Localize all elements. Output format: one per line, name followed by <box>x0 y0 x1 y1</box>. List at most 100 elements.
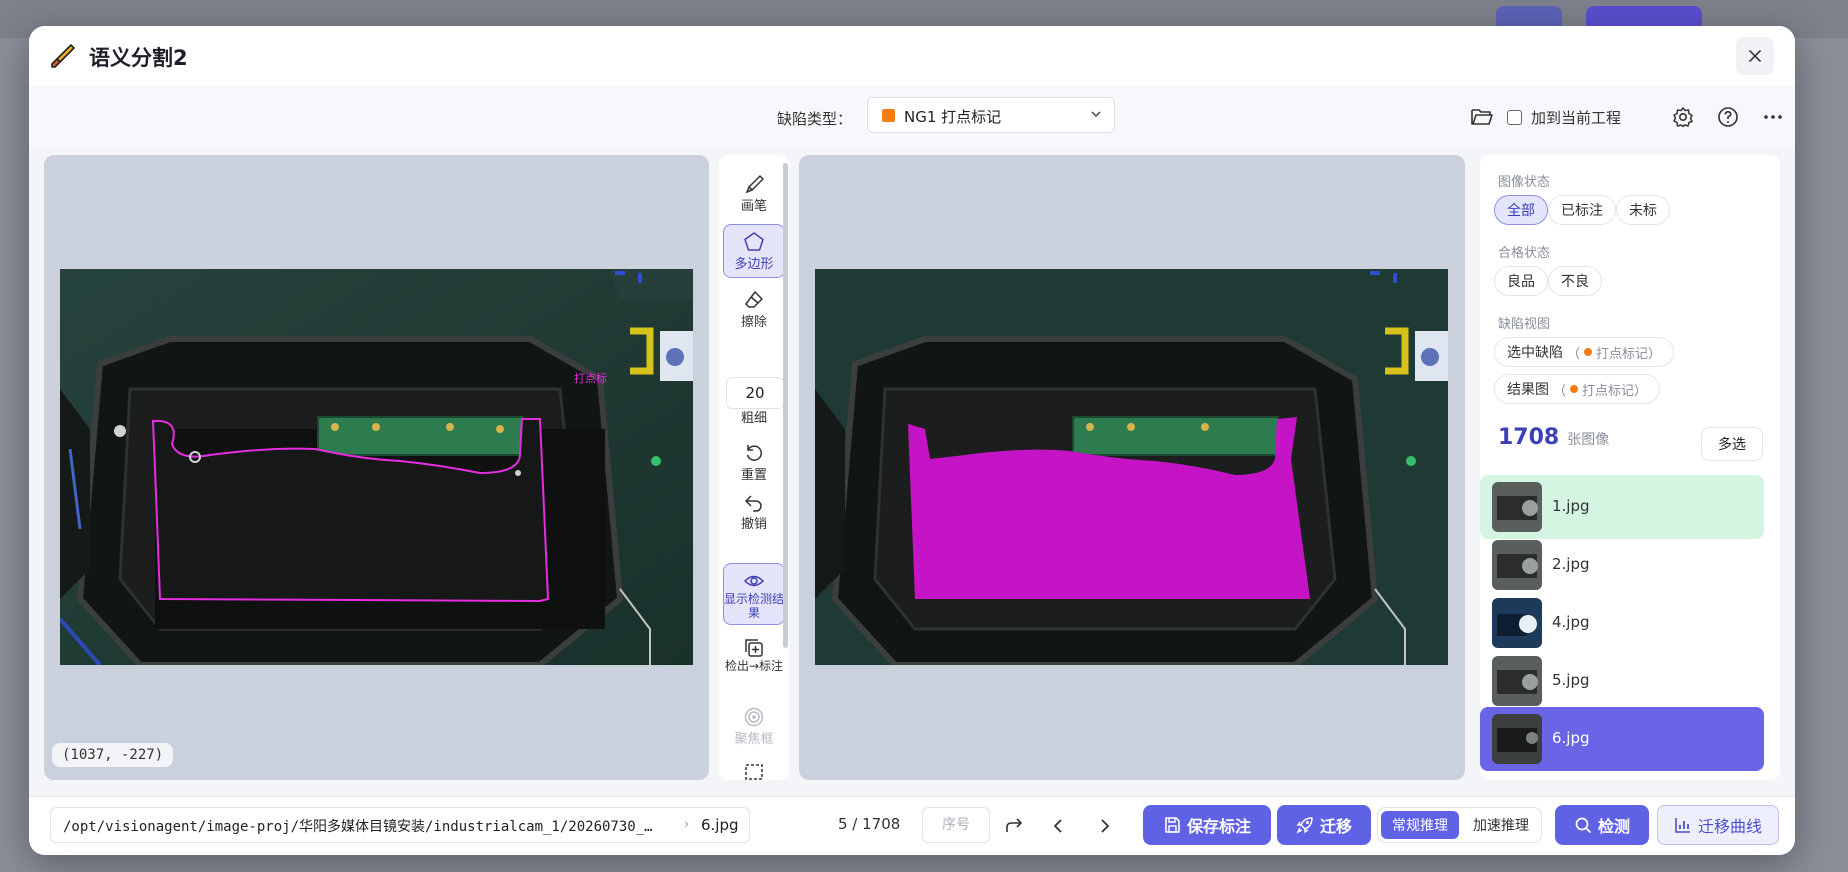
reset-tool-label: 重置 <box>740 468 767 483</box>
next-icon[interactable] <box>1093 815 1115 837</box>
result-view-open-paren: （ <box>1553 383 1567 399</box>
target-icon <box>723 706 785 728</box>
image-name: 4.jpg <box>1552 613 1590 631</box>
image-state-title: 图像状态 <box>1498 175 1551 190</box>
migrate-curve-label: 迁移曲线 <box>1697 817 1762 836</box>
save-annotation-button[interactable]: 保存标注 <box>1143 805 1271 845</box>
thickness-label-box: 粗细 <box>723 405 785 435</box>
defect-type-label: 缺陷类型： <box>777 110 853 128</box>
settings-icon[interactable] <box>1670 104 1696 130</box>
detect-button[interactable]: 检测 <box>1555 805 1649 845</box>
select-box-tool[interactable] <box>723 755 785 780</box>
add-to-project-label[interactable]: 加到当前工程 <box>1531 107 1621 128</box>
show-result-label: 显示检测结果 <box>724 592 785 620</box>
annotation-label: 打点标 <box>574 371 607 385</box>
file-name: 6.jpg <box>701 816 739 834</box>
close-icon <box>1749 50 1761 62</box>
selected-defect-value: 打点标记 <box>1596 346 1649 362</box>
undo-tool[interactable]: 撤销 <box>723 485 785 539</box>
image-count-unit: 张图像 <box>1567 432 1610 448</box>
detect-to-label-tool[interactable]: 检出→标注 <box>723 631 785 693</box>
brush-tool[interactable]: 画笔 <box>723 167 785 221</box>
thickness-label: 粗细 <box>740 411 767 426</box>
image-state-labeled[interactable]: 已标注 <box>1548 195 1616 225</box>
selected-defect-label: 选中缺陷 <box>1507 345 1563 361</box>
image-name: 2.jpg <box>1552 555 1590 573</box>
tool-column-scrollbar[interactable] <box>783 163 788 648</box>
path-separator: › <box>684 817 690 832</box>
cursor-coordinate: (1037, -227) <box>52 743 174 767</box>
image-thumbnail <box>1492 714 1542 764</box>
close-button[interactable] <box>1736 37 1774 75</box>
image-state-unlabeled[interactable]: 未标 <box>1616 195 1670 225</box>
page-indicator: 5 / 1708 <box>838 815 901 833</box>
result-view-close-paren: ） <box>1634 383 1648 399</box>
result-view[interactable]: 结果图 （ 打点标记） <box>1494 374 1661 404</box>
polygon-tool[interactable]: 多边形 <box>723 224 785 278</box>
brush-title-icon <box>49 42 77 70</box>
eraser-tool[interactable]: 擦除 <box>723 283 785 337</box>
more-icon[interactable] <box>1760 104 1786 130</box>
help-icon[interactable] <box>1715 104 1741 130</box>
copy-plus-icon <box>723 637 785 659</box>
list-item[interactable]: 1.jpg <box>1480 475 1764 539</box>
focus-box-tool[interactable]: 聚焦框 <box>723 700 785 750</box>
image-state-all[interactable]: 全部 <box>1494 195 1548 225</box>
focus-box-label: 聚焦框 <box>734 732 774 747</box>
annotation-label-layer: 打点标 <box>574 371 607 385</box>
top-toolbar: 缺陷类型： NG1 打点标记 加到当前工程 <box>29 86 1795 150</box>
migrate-curve-button[interactable]: 迁移曲线 <box>1657 805 1779 845</box>
jump-icon[interactable] <box>1003 815 1025 837</box>
selected-defect-view[interactable]: 选中缺陷 （ 打点标记） <box>1494 337 1675 367</box>
chevron-down-icon <box>1088 106 1104 126</box>
show-result-toggle[interactable]: 显示检测结果 <box>723 563 785 625</box>
list-item[interactable]: 4.jpg <box>1480 591 1764 655</box>
eye-icon <box>724 570 784 592</box>
pass-state-good[interactable]: 良品 <box>1494 266 1548 296</box>
pass-state-title: 合格状态 <box>1498 246 1551 261</box>
eraser-tool-label: 擦除 <box>740 315 767 330</box>
folder-open-icon[interactable] <box>1469 104 1495 130</box>
migrate-button[interactable]: 迁移 <box>1277 805 1371 845</box>
migrate-label: 迁移 <box>1319 817 1352 836</box>
image-thumbnail <box>1492 540 1542 590</box>
search-icon <box>1575 817 1591 833</box>
save-annotation-label: 保存标注 <box>1186 817 1251 836</box>
detect-to-label-label: 检出→标注 <box>724 659 784 673</box>
inference-mode-toggle: 常规推理 加速推理 <box>1377 807 1542 843</box>
segmentation-dialog: 语义分割2 缺陷类型： NG1 打点标记 加到当前工程 打点标 (1037, -… <box>29 26 1795 855</box>
prev-icon[interactable] <box>1048 815 1070 837</box>
brush-icon <box>723 173 785 195</box>
image-name: 5.jpg <box>1552 671 1590 689</box>
bar-chart-icon <box>1675 818 1690 833</box>
dialog-footer: /opt/visionagent/image-proj/华阳多媒体目镜安装/in… <box>29 796 1795 855</box>
detect-label: 检测 <box>1597 817 1630 836</box>
pass-state-bad[interactable]: 不良 <box>1548 266 1602 296</box>
list-item[interactable]: 5.jpg <box>1480 649 1764 713</box>
brush-tool-label: 画笔 <box>740 199 767 214</box>
fast-inference-option[interactable]: 加速推理 <box>1464 811 1538 839</box>
dialog-title: 语义分割2 <box>89 46 188 70</box>
list-item[interactable]: 6.jpg <box>1480 707 1764 771</box>
add-to-project-checkbox[interactable] <box>1507 110 1522 125</box>
annotation-canvas[interactable]: 打点标 (1037, -227) <box>44 155 709 780</box>
image-name: 1.jpg <box>1552 497 1590 515</box>
defect-view-title: 缺陷视图 <box>1498 317 1551 332</box>
eraser-icon <box>723 289 785 311</box>
normal-inference-option[interactable]: 常规推理 <box>1381 811 1459 839</box>
image-thumbnail <box>1492 656 1542 706</box>
list-item[interactable]: 2.jpg <box>1480 533 1764 597</box>
multi-select-button[interactable]: 多选 <box>1701 427 1763 461</box>
image-sidebar: 图像状态 全部 已标注 未标 合格状态 良品 不良 缺陷视图 选中缺陷 （ 打点标… <box>1480 155 1780 780</box>
save-icon <box>1165 817 1180 833</box>
image-thumbnail <box>1492 482 1542 532</box>
polygon-tool-label: 多边形 <box>734 257 774 272</box>
reset-tool[interactable]: 重置 <box>723 436 785 490</box>
defect-color-dot <box>1570 385 1579 393</box>
defect-type-select[interactable]: NG1 打点标记 <box>867 97 1115 133</box>
defect-color-swatch <box>882 109 895 122</box>
defect-color-dot <box>1584 348 1593 356</box>
sequence-input[interactable] <box>922 807 990 843</box>
selected-defect-close-paren: ） <box>1648 346 1662 362</box>
pentagon-icon <box>724 231 784 253</box>
